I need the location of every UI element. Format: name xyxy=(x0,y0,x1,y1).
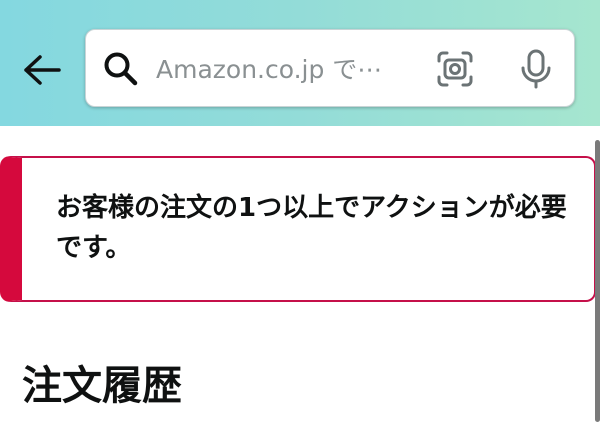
camera-scan-icon[interactable] xyxy=(436,50,474,88)
page-title: 注文履歴 xyxy=(22,363,182,409)
app-header xyxy=(0,0,600,126)
arrow-left-icon xyxy=(24,55,61,85)
alert-message: お客様の注文の1つ以上でアクションが必要です。 xyxy=(56,193,567,263)
action-required-alert[interactable]: お客様の注文の1つ以上でアクションが必要です。 xyxy=(0,156,596,302)
search-icon[interactable] xyxy=(102,50,140,88)
search-bar[interactable] xyxy=(85,29,575,107)
back-button[interactable] xyxy=(20,48,64,92)
scrollbar[interactable] xyxy=(595,140,600,422)
microphone-icon[interactable] xyxy=(518,48,554,90)
search-input[interactable] xyxy=(156,48,406,90)
